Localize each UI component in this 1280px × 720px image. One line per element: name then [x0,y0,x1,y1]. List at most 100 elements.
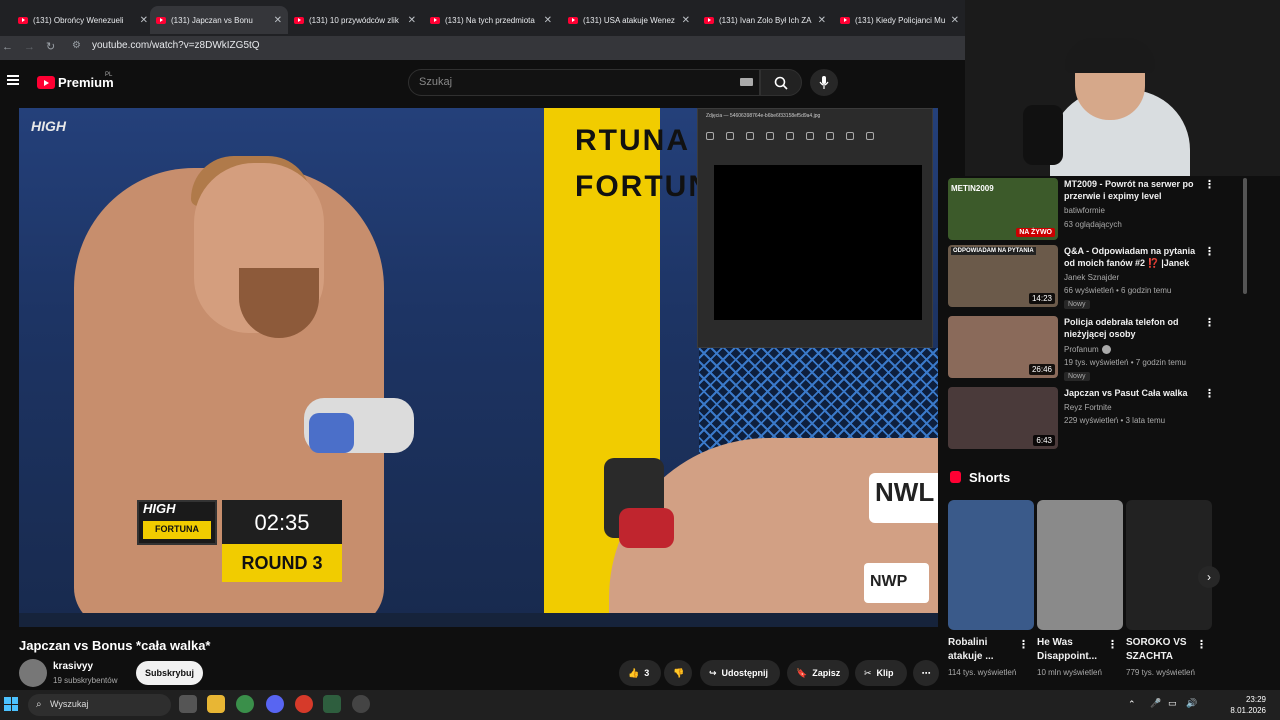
kebab-menu-icon[interactable]: ⋮ [1107,638,1118,651]
sidebar-video-meta: 229 wyświetleń • 3 lata temu [1064,416,1166,425]
obs-icon[interactable] [352,695,370,713]
site-info-icon[interactable]: ⚙ [72,40,81,51]
close-tab-icon[interactable]: ✕ [682,15,690,26]
share-button[interactable]: ↪ Udostępnij [700,660,780,686]
task-view-icon[interactable] [179,695,197,713]
short-title[interactable]: SOROKO VS SZACHTA [1126,636,1198,664]
sidebar-video-channel[interactable]: Janek Sznajder [1064,273,1119,282]
youtube-icon [156,16,166,24]
photo-viewer-image [714,165,922,320]
pillar-text: RTUNA FORTUNA [575,124,734,203]
sidebar-video-channel[interactable]: Profanum [1064,345,1099,354]
chevron-right-icon: › [1207,570,1211,584]
sidebar-video-channel[interactable]: batiwformie [1064,206,1105,215]
short-thumb-3[interactable] [1126,500,1212,630]
close-tab-icon[interactable]: ✕ [544,15,552,26]
channel-name[interactable]: krasivyy [53,661,93,672]
taskbar-search[interactable]: Wyszukaj [28,694,171,716]
video-title: Japczan vs Bonus *cała walka* [19,638,211,653]
fighter-right-glove-red [619,508,674,548]
taskbar-clock[interactable]: 23:29 8.01.2026 [1206,694,1266,716]
sidebar-scrollbar[interactable] [1243,178,1247,294]
sidebar-thumb-3[interactable]: 26:46 [948,316,1058,378]
webcam-overlay [965,0,1280,176]
windows-start-icon[interactable] [4,697,18,711]
tab-3[interactable]: (131) 10 przywódców zlik ✕ [288,6,422,34]
kebab-menu-icon[interactable]: ⋮ [1204,316,1215,329]
close-tab-icon[interactable]: ✕ [951,15,959,26]
sidebar-thumb-1[interactable]: METIN2009 NA ŻYWO [948,178,1058,240]
excel-icon[interactable] [323,695,341,713]
shorts-heading: Shorts [969,470,1011,485]
sidebar-video-title[interactable]: Policja odebrała telefon od nieżyjącej o… [1064,316,1199,340]
url-text[interactable]: youtube.com/watch?v=z8DWkIZG5tQ [92,40,260,51]
close-tab-icon[interactable]: ✕ [140,15,148,26]
volume-icon[interactable]: 🔊 [1186,698,1197,709]
kebab-menu-icon[interactable]: ⋮ [1018,638,1029,651]
duration-badge: 26:46 [1028,364,1055,375]
back-icon[interactable]: ← [2,41,13,53]
kebab-menu-icon[interactable]: ⋮ [1204,178,1215,191]
short-title[interactable]: Robalini atakuje ... [948,636,1020,664]
network-icon[interactable]: ▭ [1168,698,1177,709]
dislike-button[interactable]: 👎 [664,660,692,686]
close-tab-icon[interactable]: ✕ [408,15,416,26]
tab-1[interactable]: (131) Obrońcy Wenezueli ✕ [12,6,154,34]
share-icon: ↪ [709,667,717,678]
sidebar-video-title[interactable]: MT2009 - Powrót na serwer po przerwie i … [1064,178,1199,202]
zoom-in-icon [746,132,754,140]
microphone-icon [819,75,829,89]
menu-icon[interactable] [7,75,19,85]
sidebar-thumb-4[interactable]: 6:43 [948,387,1058,449]
short-thumb-1[interactable] [948,500,1034,630]
thumbs-down-icon: 👎 [673,667,685,678]
new-badge: Nowy [1064,300,1090,309]
photo-viewer-window: Zdjęcia — 54606398764e-b6be6f33158ef5d9a… [697,108,933,348]
discord-icon[interactable] [266,695,284,713]
channel-avatar[interactable] [19,659,47,687]
clip-button[interactable]: ✂ Klip [855,660,907,686]
search-icon [774,76,788,90]
tab-5[interactable]: (131) USA atakuje Wenez ✕ [562,6,696,34]
sidebar-thumb-2[interactable]: ODPOWIADAM NA PYTANIA 14:23 [948,245,1058,307]
tab-6[interactable]: (131) Ivan Zolo Był Ich ZA ✕ [698,6,832,34]
shorts-next-button[interactable]: › [1198,566,1220,588]
tab-2-active[interactable]: (131) Japczan vs Bonu ✕ [150,6,288,34]
kebab-menu-icon[interactable]: ⋮ [1204,387,1215,400]
more-actions-button[interactable]: ⋯ [913,660,939,686]
close-tab-icon[interactable]: ✕ [818,15,826,26]
kebab-menu-icon[interactable]: ⋮ [1196,638,1207,651]
close-tab-icon[interactable]: ✕ [274,15,282,26]
favorite-icon [806,132,814,140]
scoreboard-logo: HIGH [143,501,176,516]
short-title[interactable]: He Was Disappoint... [1037,636,1109,664]
save-button[interactable]: 🔖 Zapisz [787,660,849,686]
thumb-text: ODPOWIADAM NA PYTANIA [951,247,1036,255]
short-thumb-2[interactable] [1037,500,1123,630]
tray-chevron-icon[interactable]: ⌃ [1128,699,1136,710]
voice-search-button[interactable] [810,69,838,96]
tab-search-dropdown[interactable]: ⌄ [0,6,6,34]
reload-icon[interactable]: ↻ [46,40,55,53]
keyboard-icon[interactable] [740,78,753,86]
tab-7[interactable]: (131) Kiedy Policjanci Mu ✕ [834,6,965,34]
tab-4[interactable]: (131) Na tych przedmiota ✕ [424,6,558,34]
tray-mic-icon[interactable]: 🎤 [1150,698,1161,709]
search-input[interactable]: Szukaj [408,69,760,96]
subscribe-button[interactable]: Subskrybuj [136,661,203,685]
sidebar-video-title[interactable]: Q&A - Odpowiadam na pytania od moich fan… [1064,245,1199,269]
save-label: Zapisz [812,668,841,678]
thumbs-up-icon: 👍 [628,667,640,678]
sidebar-video-channel[interactable]: Reyz Fortnite [1064,403,1112,412]
app-icon[interactable] [295,695,313,713]
sidebar-video-title[interactable]: Japczan vs Pasut Cała walka [1064,387,1199,399]
forward-icon[interactable]: → [24,41,35,53]
chrome-icon[interactable] [236,695,254,713]
video-player[interactable]: RTUNA FORTUNA NWL NWP HIGH HIGH FORTUNA … [19,108,938,627]
file-explorer-icon[interactable] [207,695,225,713]
youtube-logo-icon[interactable] [37,76,55,89]
photo-viewer-title: Zdjęcia — 54606398764e-b6be6f33158ef5d9a… [706,113,821,119]
kebab-menu-icon[interactable]: ⋮ [1204,245,1215,258]
like-button[interactable]: 👍 3 [619,660,661,686]
search-button[interactable] [760,69,802,96]
